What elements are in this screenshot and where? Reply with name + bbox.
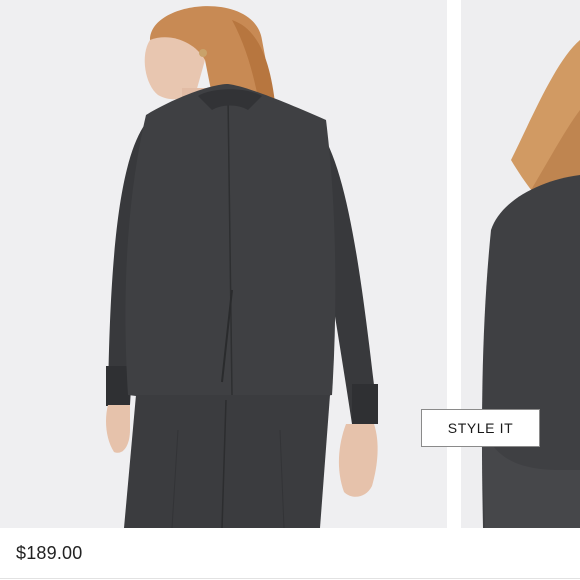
product-image-carousel[interactable] — [0, 0, 580, 528]
product-image-back-view[interactable] — [0, 0, 447, 528]
divider — [0, 578, 580, 579]
product-price: $189.00 — [16, 543, 83, 563]
style-it-button[interactable]: STYLE IT — [421, 409, 540, 447]
product-image-next-peek[interactable] — [461, 0, 580, 528]
model-side-view-illustration — [461, 0, 580, 528]
model-back-view-illustration — [0, 0, 447, 528]
